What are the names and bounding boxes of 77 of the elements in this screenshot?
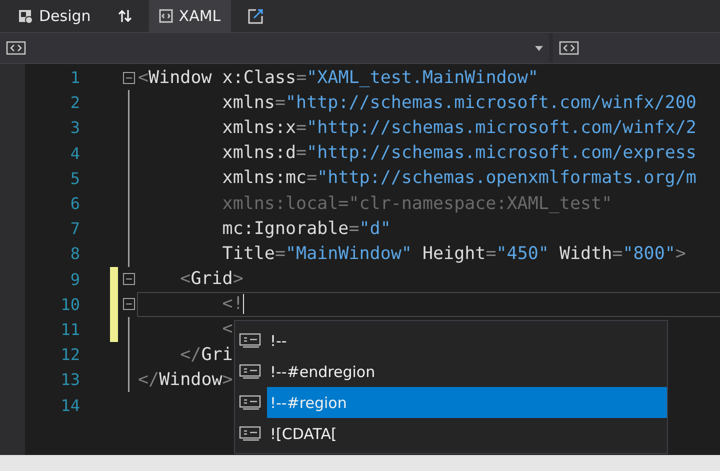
code-token: < [179,269,191,290]
code-token: > [222,370,233,390]
code-token: mc:Ignorable [221,218,349,239]
code-token: = [296,118,307,138]
line-number: 2 [69,93,80,112]
line-number: 7 [69,219,80,238]
line-number: 9 [69,270,80,289]
line-number: 10 [60,294,80,314]
code-token: xmlns:x [221,118,296,138]
line-number: 3 [69,118,80,138]
code-token: Gri [201,344,233,365]
code-token: = [612,244,623,264]
code-token: = [274,92,286,113]
code-window-icon [158,9,173,23]
code-token: = [296,143,307,164]
code-token: Width [558,244,612,264]
snippet-icon [239,332,261,348]
text-cursor [243,294,244,314]
snippet-icon [239,394,261,410]
dropdown-caret-icon [534,46,543,50]
code-token: Height [421,244,486,264]
completion-item[interactable]: !-- [235,325,667,356]
code-token: Title [221,244,275,264]
line-number: 6 [69,194,80,214]
line-number: 12 [60,345,80,364]
line-number: 13 [60,370,80,390]
collapse-icon[interactable] [123,273,135,286]
code-icon [6,41,26,55]
code-token: </ [179,344,202,365]
tab-label: Design [39,7,91,25]
code-token: < [221,319,233,340]
popout-icon[interactable] [246,8,264,24]
collapse-icon[interactable] [123,298,135,310]
code-token: Window [148,68,212,88]
code-token: "MainWindow" [286,244,412,264]
code-token: xmlns:local="clr-namespace:XAML_test" [221,194,612,214]
completion-item[interactable]: ![CDATA[ [235,418,667,449]
line-number: 4 [69,144,80,163]
code-token: = [274,244,286,264]
code-token: = [296,68,307,88]
snippet-icon [239,426,261,442]
code-token: = [348,218,360,239]
editor-tab[interactable]: Design [8,0,101,32]
code-icon [558,41,579,55]
code-token: xmlns [221,92,275,113]
collapse-icon[interactable] [123,72,135,84]
line-number: 11 [60,320,80,339]
code-token: Grid [190,269,233,290]
tab-label: XAML [178,7,221,25]
code-token: </ [138,370,160,390]
code-token: xmlns:d [221,143,296,164]
code-token: > [232,269,244,290]
code-token: "800" [622,244,676,264]
code-token: < [138,68,149,88]
code-token: "http://schemas.microsoft.com/winfx/200 [286,92,696,113]
code-token: = [306,168,318,188]
code-token: x:Class [221,68,296,88]
snippet-icon [239,364,261,380]
code-token: <! [221,294,244,314]
completion-item[interactable]: !--#endregion [235,356,667,387]
editor-tab[interactable]: XAML [148,0,231,32]
sort-arrows-icon[interactable] [116,8,133,24]
code-token: "http://schemas.openxmlformats.org/m [317,168,696,188]
code-token: "XAML_test.MainWindow" [306,68,538,88]
design-icon [18,8,33,24]
line-number: 14 [60,396,80,415]
code-token: "http://schemas.microsoft.com/express [306,143,696,164]
code-token: "d" [359,218,391,239]
line-number: 5 [69,168,80,188]
code-token: Window [159,370,222,390]
code-token: = [486,244,496,264]
code-token: "450" [496,244,549,264]
line-number: 8 [69,244,80,264]
code-token: "http://schemas.microsoft.com/winfx/2 [306,118,696,138]
code-token: xmlns:mc [221,168,307,188]
code-token: > [675,244,686,264]
line-number: 1 [69,68,80,88]
